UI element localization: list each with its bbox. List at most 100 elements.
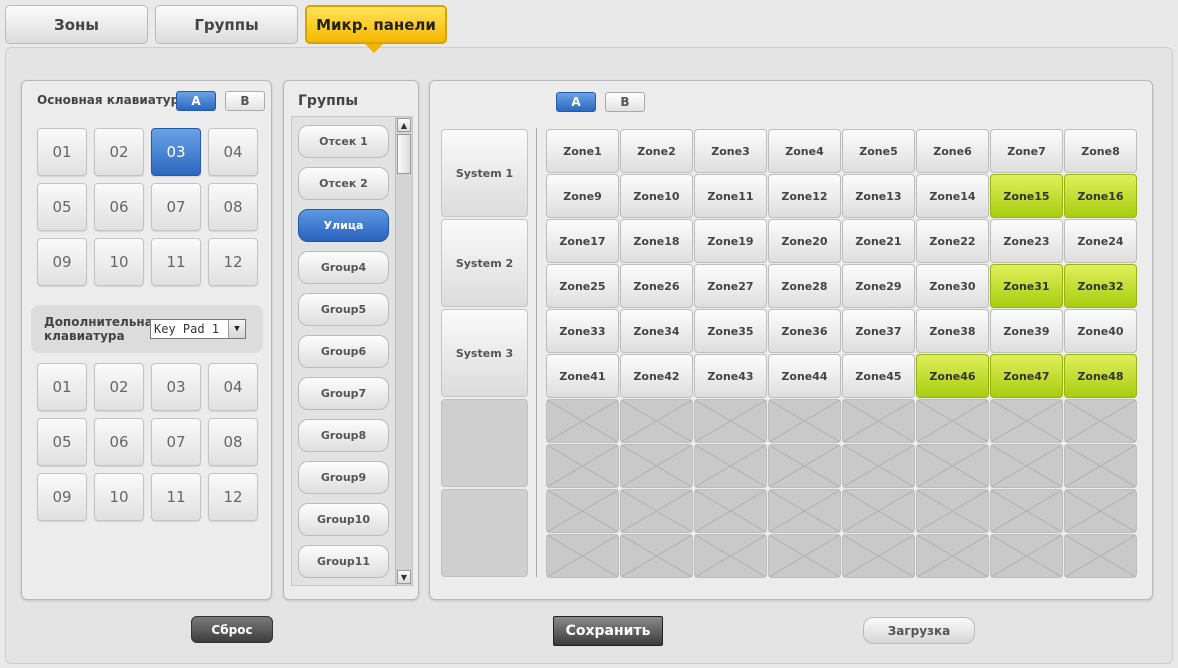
zone-button[interactable]: Zone26 [620, 264, 693, 308]
aux-key-11[interactable]: 11 [151, 473, 201, 521]
zone-button[interactable]: Zone41 [546, 354, 619, 398]
aux-key-04[interactable]: 04 [208, 363, 258, 411]
zone-button[interactable]: Zone9 [546, 174, 619, 218]
main-key-09[interactable]: 09 [37, 238, 87, 286]
group-item[interactable]: Улица [298, 209, 389, 242]
zone-button[interactable]: Zone17 [546, 219, 619, 263]
tab-zones[interactable]: Зоны [5, 5, 148, 44]
zone-button[interactable]: Zone11 [694, 174, 767, 218]
zone-button[interactable]: Zone20 [768, 219, 841, 263]
aux-key-09[interactable]: 09 [37, 473, 87, 521]
zone-button[interactable]: Zone23 [990, 219, 1063, 263]
zone-button[interactable]: Zone24 [1064, 219, 1137, 263]
zone-button[interactable]: Zone35 [694, 309, 767, 353]
zones-b-button[interactable]: B [605, 92, 645, 112]
group-item[interactable]: Group4 [298, 251, 389, 284]
zone-button[interactable]: Zone5 [842, 129, 915, 173]
zone-button[interactable]: Zone21 [842, 219, 915, 263]
save-button[interactable]: Сохранить [553, 616, 663, 646]
zone-button[interactable]: Zone8 [1064, 129, 1137, 173]
scroll-up-icon[interactable]: ▲ [397, 118, 411, 132]
main-key-03[interactable]: 03 [151, 128, 201, 176]
zone-button[interactable]: Zone22 [916, 219, 989, 263]
zone-button[interactable]: Zone12 [768, 174, 841, 218]
aux-key-06[interactable]: 06 [94, 418, 144, 466]
zone-button[interactable]: Zone7 [990, 129, 1063, 173]
aux-key-02[interactable]: 02 [94, 363, 144, 411]
zone-button[interactable]: Zone1 [546, 129, 619, 173]
aux-key-12[interactable]: 12 [208, 473, 258, 521]
group-item[interactable]: Group7 [298, 377, 389, 410]
main-key-01[interactable]: 01 [37, 128, 87, 176]
main-key-08[interactable]: 08 [208, 183, 258, 231]
zone-button[interactable]: Zone47 [990, 354, 1063, 398]
aux-key-08[interactable]: 08 [208, 418, 258, 466]
zone-button[interactable]: Zone28 [768, 264, 841, 308]
group-item[interactable]: Отсек 1 [298, 125, 389, 158]
scroll-down-icon[interactable]: ▼ [397, 570, 411, 584]
zone-button[interactable]: Zone18 [620, 219, 693, 263]
zone-button[interactable]: Zone39 [990, 309, 1063, 353]
main-key-05[interactable]: 05 [37, 183, 87, 231]
reset-button[interactable]: Сброс [191, 616, 273, 643]
zone-button[interactable]: Zone27 [694, 264, 767, 308]
aux-key-07[interactable]: 07 [151, 418, 201, 466]
zone-button[interactable]: Zone38 [916, 309, 989, 353]
zone-button[interactable]: Zone42 [620, 354, 693, 398]
system-button[interactable]: System 1 [441, 129, 528, 217]
zone-button[interactable]: Zone14 [916, 174, 989, 218]
system-button[interactable]: System 2 [441, 219, 528, 307]
tab-groups[interactable]: Группы [155, 5, 298, 44]
zone-button[interactable]: Zone31 [990, 264, 1063, 308]
zone-button[interactable]: Zone15 [990, 174, 1063, 218]
zone-button[interactable]: Zone36 [768, 309, 841, 353]
groups-list[interactable]: Отсек 1 Отсек 2 Улица Group4 Group5 Group6 Gro… [291, 116, 413, 586]
zone-button[interactable]: Zone45 [842, 354, 915, 398]
zone-button[interactable]: Zone10 [620, 174, 693, 218]
zone-button[interactable]: Zone48 [1064, 354, 1137, 398]
zone-button[interactable]: Zone46 [916, 354, 989, 398]
zone-button[interactable]: Zone6 [916, 129, 989, 173]
zone-button[interactable]: Zone13 [842, 174, 915, 218]
groups-scrollbar[interactable]: ▲ ▼ [395, 117, 412, 585]
zones-a-button[interactable]: A [556, 92, 596, 112]
group-item[interactable]: Group11 [298, 545, 389, 578]
zone-button[interactable]: Zone40 [1064, 309, 1137, 353]
main-key-06[interactable]: 06 [94, 183, 144, 231]
group-item[interactable]: Group10 [298, 503, 389, 536]
group-item[interactable]: Group9 [298, 461, 389, 494]
zone-button[interactable]: Zone44 [768, 354, 841, 398]
zone-button[interactable]: Zone37 [842, 309, 915, 353]
zone-button[interactable]: Zone33 [546, 309, 619, 353]
load-button[interactable]: Загрузка [863, 617, 975, 644]
chevron-down-icon[interactable]: ▼ [228, 320, 245, 338]
aux-keypad-select[interactable]: Key Pad 1 ▼ [150, 319, 246, 339]
main-key-07[interactable]: 07 [151, 183, 201, 231]
main-key-04[interactable]: 04 [208, 128, 258, 176]
zone-button[interactable]: Zone16 [1064, 174, 1137, 218]
zone-button[interactable]: Zone32 [1064, 264, 1137, 308]
zone-button[interactable]: Zone43 [694, 354, 767, 398]
zone-button[interactable]: Zone34 [620, 309, 693, 353]
aux-key-03[interactable]: 03 [151, 363, 201, 411]
zone-button[interactable]: Zone19 [694, 219, 767, 263]
zone-button[interactable]: Zone4 [768, 129, 841, 173]
group-item[interactable]: Отсек 2 [298, 167, 389, 200]
main-key-02[interactable]: 02 [94, 128, 144, 176]
zone-button[interactable]: Zone29 [842, 264, 915, 308]
zone-button[interactable]: Zone2 [620, 129, 693, 173]
group-item[interactable]: Group5 [298, 293, 389, 326]
scroll-thumb[interactable] [397, 134, 411, 174]
aux-key-10[interactable]: 10 [94, 473, 144, 521]
main-key-10[interactable]: 10 [94, 238, 144, 286]
keypad-b-button[interactable]: B [225, 91, 265, 111]
aux-key-01[interactable]: 01 [37, 363, 87, 411]
tab-keypads[interactable]: Микр. панели [305, 5, 447, 44]
system-button[interactable]: System 3 [441, 309, 528, 397]
zone-button[interactable]: Zone3 [694, 129, 767, 173]
group-item[interactable]: Group6 [298, 335, 389, 368]
keypad-a-button[interactable]: A [176, 91, 216, 111]
zone-button[interactable]: Zone30 [916, 264, 989, 308]
main-key-12[interactable]: 12 [208, 238, 258, 286]
group-item[interactable]: Group8 [298, 419, 389, 452]
